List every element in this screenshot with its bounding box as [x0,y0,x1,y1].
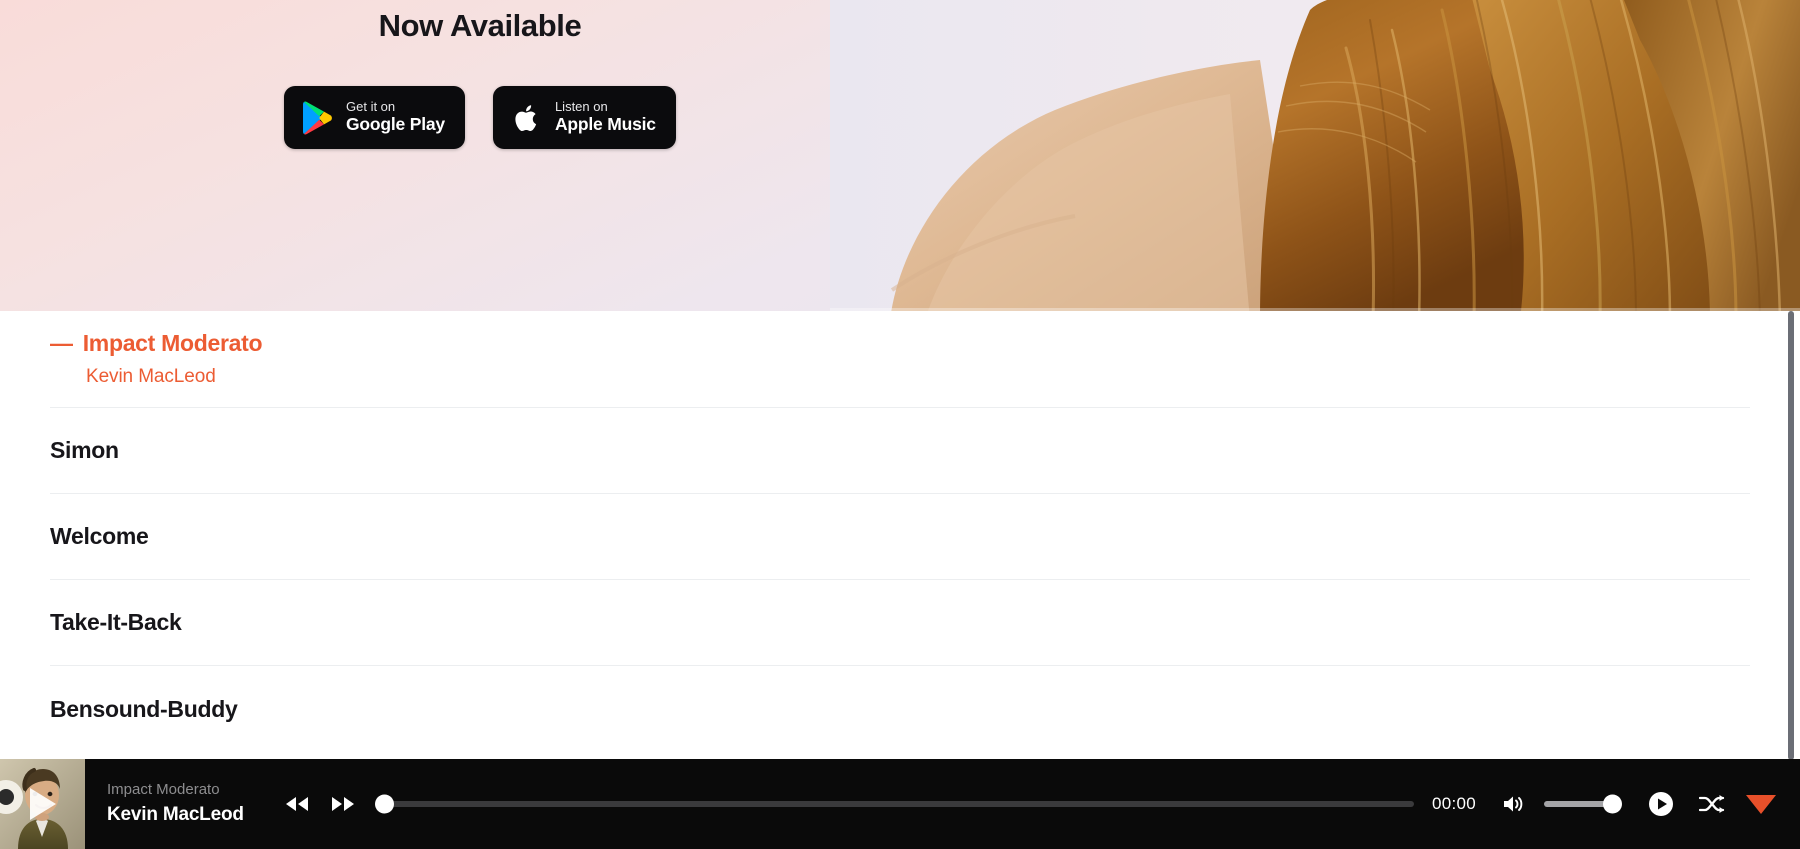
progress-slider[interactable] [375,794,1414,814]
track-artist: Kevin MacLeod [86,366,216,387]
track-title: Impact Moderato [82,330,263,356]
shuffle-button[interactable] [1695,790,1729,818]
now-playing-artist: Kevin MacLeod [107,804,244,826]
rewind-button[interactable] [281,792,313,816]
active-track-dash: — [50,330,73,356]
progress-track [385,801,1414,807]
hero-photo-image [830,0,1800,311]
page-scrollbar-thumb[interactable] [1788,311,1794,760]
volume-slider[interactable] [1544,794,1622,814]
fast-forward-icon [332,797,354,811]
apple-music-badge[interactable]: Listen on Apple Music [492,86,676,149]
google-play-badge[interactable]: Get it on Google Play [284,86,465,149]
current-time-label: 00:00 [1431,794,1476,813]
thumbnail-play-icon [29,788,56,820]
track-title: Welcome [50,523,149,549]
google-play-badge-big: Google Play [346,113,445,134]
track-row-impact-moderato[interactable]: — Impact Moderato Kevin MacLeod [50,311,1750,408]
hero-photo [830,0,1800,311]
volume-icon [1504,796,1523,812]
google-play-icon [300,100,334,136]
track-title: Take-It-Back [50,609,182,635]
volume-control [1498,790,1622,818]
track-row-bensound-buddy[interactable]: Bensound-Buddy [50,666,1750,752]
play-circle-icon [1649,792,1673,816]
player-right-controls [1644,787,1776,821]
now-playing-meta: Impact Moderato Kevin MacLeod [107,779,257,829]
track-row-welcome[interactable]: Welcome [50,494,1750,580]
apple-music-badge-big: Apple Music [554,113,656,134]
now-playing-title: Impact Moderato [107,780,220,798]
play-button[interactable] [1644,787,1678,821]
track-list: — Impact Moderato Kevin MacLeod Simon We… [0,311,1800,760]
track-row-take-it-back[interactable]: Take-It-Back [50,580,1750,666]
track-title-wrap: Bensound-Buddy [50,696,1750,723]
hero-section: Now Available Get it on Google Play List… [0,0,1800,311]
apple-music-badge-small: Listen on [554,99,608,115]
page-scrollbar[interactable] [1788,311,1794,760]
track-title: Simon [50,437,119,463]
apple-icon [509,100,543,136]
fast-forward-button[interactable] [327,792,359,816]
google-play-badge-small: Get it on [346,99,396,115]
audio-player-bar: Impact Moderato Kevin MacLeod 00:00 [0,759,1800,849]
collapse-triangle-icon[interactable] [1746,794,1776,814]
volume-handle[interactable] [1603,794,1622,814]
track-title-wrap: Simon [50,437,1750,464]
volume-button[interactable] [1498,790,1530,818]
shuffle-icon [1699,795,1725,813]
track-title-wrap: Welcome [50,523,1750,550]
rewind-icon [286,797,308,811]
hero-title: Now Available [378,8,582,43]
track-title-wrap: Take-It-Back [50,609,1750,636]
track-title-wrap: — Impact Moderato [50,330,1750,357]
store-badges: Get it on Google Play Listen on Apple Mu… [284,86,676,149]
track-title: Bensound-Buddy [50,695,238,722]
transport-controls [281,792,359,816]
progress-handle[interactable] [375,794,394,814]
track-row-simon[interactable]: Simon [50,408,1750,494]
player-thumbnail[interactable] [0,759,85,849]
